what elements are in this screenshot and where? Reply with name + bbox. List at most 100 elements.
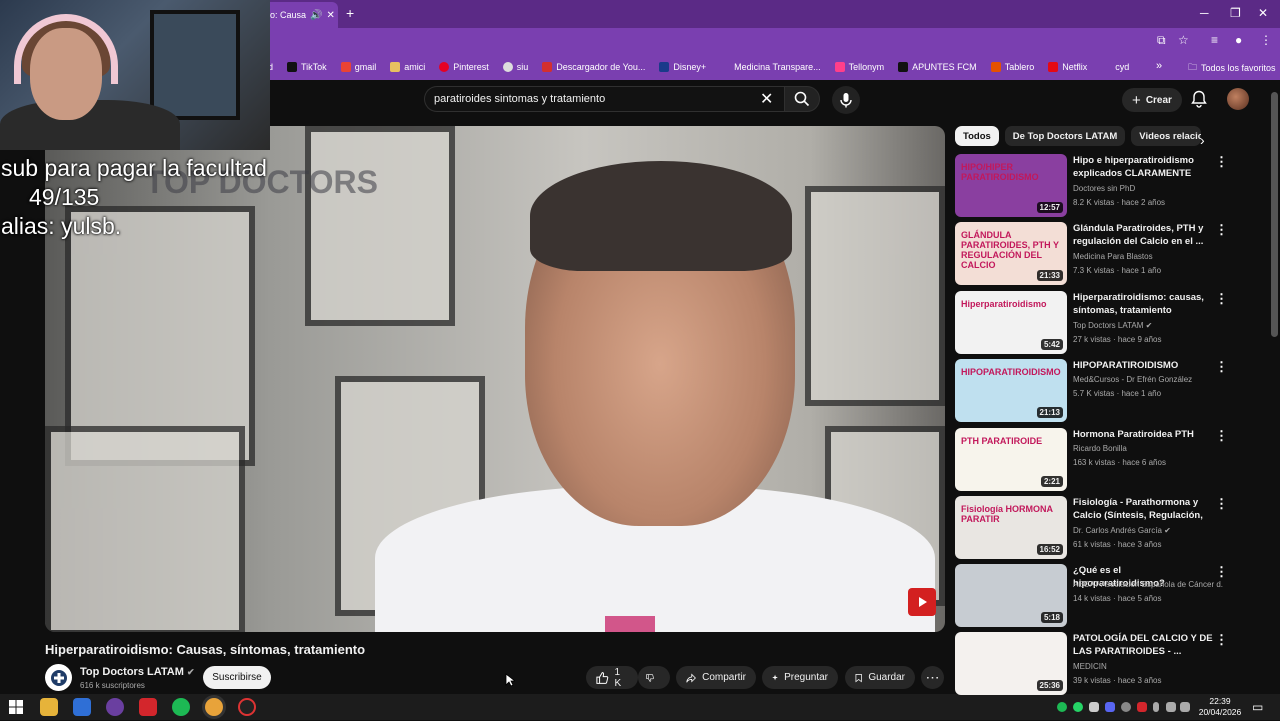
bookmark-item[interactable]: Tablero	[990, 62, 1034, 72]
bookmark-item[interactable]: amici	[390, 62, 425, 72]
browser-menu-icon[interactable]: ⋮	[1260, 33, 1272, 47]
recommendation-item[interactable]: GLÁNDULA PARATIROIDES, PTH Y REGULACIÓN …	[955, 222, 1228, 286]
bookmark-item[interactable]: Disney+	[659, 62, 706, 72]
video-thumbnail[interactable]: 25:36	[955, 632, 1067, 695]
new-tab-button[interactable]: +	[346, 5, 354, 21]
video-thumbnail[interactable]: Fisiología HORMONA PARATIR 16:52	[955, 496, 1067, 559]
subscribe-watermark-icon[interactable]	[908, 588, 936, 616]
video-thumbnail[interactable]: GLÁNDULA PARATIROIDES, PTH Y REGULACIÓN …	[955, 222, 1067, 285]
volume-tray-icon[interactable]	[1180, 702, 1190, 712]
recommendation-channel[interactable]: Top Doctors LATAM ✔	[1073, 321, 1223, 330]
recommendation-channel[interactable]: Dr. Carlos Andrés García ✔	[1073, 526, 1223, 535]
search-button[interactable]	[784, 86, 820, 112]
more-actions-button[interactable]: ⋯	[921, 666, 944, 689]
notification-center-icon[interactable]: ▭	[1252, 700, 1263, 714]
recommendation-title[interactable]: PATOLOGÍA DEL CALCIO Y DE LAS PARATIROID…	[1073, 632, 1213, 658]
address-input[interactable]	[262, 31, 1206, 51]
recommendation-channel[interactable]: MEDICIN	[1073, 662, 1223, 671]
video-thumbnail[interactable]: HIPO/HIPER PARATIROIDISMO 12:57	[955, 154, 1067, 217]
chip-all[interactable]: Todos	[955, 126, 999, 146]
bookmark-item[interactable]: Pinterest	[439, 62, 489, 72]
tray-app-red-icon[interactable]	[1137, 702, 1147, 712]
bookmarks-overflow-icon[interactable]: »	[1156, 60, 1162, 72]
all-bookmarks-button[interactable]: 🗀 Todos los favoritos	[1188, 60, 1276, 76]
video-thumbnail[interactable]: PTH PARATIROIDE 2:21	[955, 428, 1067, 491]
windows-start-icon[interactable]	[7, 698, 25, 716]
network-tray-icon[interactable]	[1166, 702, 1176, 712]
ask-button[interactable]: Preguntar	[762, 666, 838, 689]
recommendation-channel[interactable]: Med&Cursos - Dr Efrén González	[1073, 375, 1223, 384]
close-window-icon[interactable]: ✕	[1258, 6, 1268, 20]
close-tab-icon[interactable]: ✕	[326, 10, 334, 21]
user-avatar[interactable]	[1227, 88, 1249, 110]
file-explorer-icon[interactable]	[40, 698, 58, 716]
chevron-right-icon[interactable]: ›	[1200, 132, 1205, 148]
channel-avatar[interactable]	[45, 664, 72, 691]
more-vertical-icon[interactable]: ⋮	[1215, 154, 1228, 170]
bookmark-item[interactable]: siu	[502, 62, 528, 72]
search-input[interactable]: paratiroides sintomas y tratamiento	[424, 86, 784, 112]
recommendation-item[interactable]: 25:36 PATOLOGÍA DEL CALCIO Y DE LAS PARAT…	[955, 632, 1228, 696]
recommendation-title[interactable]: Hormona Paratiroidea PTH	[1073, 428, 1213, 441]
bookmark-item[interactable]: Descargador de You...	[542, 62, 645, 72]
more-vertical-icon[interactable]: ⋮	[1215, 632, 1228, 648]
share-button[interactable]: Compartir	[676, 666, 756, 689]
channel-name[interactable]: Top Doctors LATAM ✔	[80, 666, 194, 678]
video-thumbnail[interactable]: 5:18	[955, 564, 1067, 627]
recommendation-title[interactable]: Glándula Paratiroides, PTH y regulación …	[1073, 222, 1213, 248]
like-button[interactable]: 1 K	[586, 666, 638, 689]
app-icon-red[interactable]	[139, 698, 157, 716]
recommendation-channel[interactable]: Medicina Para Blastos	[1073, 252, 1223, 261]
recommendation-title[interactable]: Fisiología - Parathormona y Calcio (Sínt…	[1073, 496, 1213, 523]
install-app-icon[interactable]: ⧉	[1157, 33, 1166, 48]
scrollbar-thumb[interactable]	[1271, 92, 1278, 337]
recommendation-item[interactable]: PTH PARATIROIDE 2:21 Hormona Paratiroidea …	[955, 428, 1228, 492]
obs-icon[interactable]	[238, 698, 256, 716]
microphone-tray-icon[interactable]	[1153, 702, 1159, 712]
more-vertical-icon[interactable]: ⋮	[1215, 496, 1228, 512]
recommendation-title[interactable]: Hiperparatiroidismo: causas, síntomas, t…	[1073, 291, 1213, 317]
more-vertical-icon[interactable]: ⋮	[1215, 291, 1228, 307]
recommendation-channel[interactable]: AECAT Asociación Española de Cáncer d...	[1073, 580, 1223, 589]
taskbar-clock[interactable]: 22:39 20/04/2026	[1198, 696, 1242, 718]
bookmark-item[interactable]: gmail	[340, 62, 376, 72]
bookmark-star-icon[interactable]: ☆	[1178, 33, 1189, 47]
recommendation-title[interactable]: HIPOPARATIROIDISMO	[1073, 359, 1213, 372]
browser-tab-active[interactable]: o: Causa 🔊 ✕	[262, 2, 338, 28]
chrome-icon[interactable]	[205, 698, 223, 716]
video-thumbnail[interactable]: Hiperparatiroidismo 5:42	[955, 291, 1067, 354]
more-vertical-icon[interactable]: ⋮	[1215, 359, 1228, 375]
recommendation-title[interactable]: Hipo e hiperparatiroidismo explicados CL…	[1073, 154, 1213, 180]
steam-tray-icon[interactable]	[1121, 702, 1131, 712]
voice-search-button[interactable]	[832, 86, 860, 114]
chip-related[interactable]: Videos relacio	[1131, 126, 1202, 146]
bookmark-item[interactable]: APUNTES FCM	[898, 62, 977, 72]
discord-tray-icon[interactable]	[1105, 702, 1115, 712]
store-icon[interactable]	[73, 698, 91, 716]
dislike-button[interactable]	[638, 666, 670, 689]
restore-icon[interactable]: ❐	[1230, 6, 1241, 20]
profile-icon[interactable]: ●	[1235, 33, 1242, 47]
chrome-profile-icon[interactable]	[106, 698, 124, 716]
recommendation-item[interactable]: 5:18 ¿Qué es el hipoparatiroidismo? AECAT …	[955, 564, 1228, 628]
more-vertical-icon[interactable]: ⋮	[1215, 564, 1228, 580]
clear-search-icon[interactable]: ✕	[760, 89, 773, 109]
bookmark-item[interactable]: Tellonym	[834, 62, 884, 72]
recommendation-item[interactable]: HIPOPARATIROIDISMO 21:13 HIPOPARATIROIDISM…	[955, 359, 1228, 423]
speaker-icon[interactable]: 🔊	[310, 10, 322, 21]
chip-from-channel[interactable]: De Top Doctors LATAM	[1004, 126, 1126, 146]
minimize-icon[interactable]: ─	[1200, 6, 1209, 20]
spotify-icon[interactable]	[172, 698, 190, 716]
tray-app-icon[interactable]	[1089, 702, 1099, 712]
bookmark-item[interactable]: cyd	[1101, 62, 1129, 72]
subscribe-button[interactable]: Suscribirse	[203, 666, 271, 689]
save-button[interactable]: Guardar	[845, 666, 915, 689]
recommendation-item[interactable]: HIPO/HIPER PARATIROIDISMO 12:57 Hipo e hip…	[955, 154, 1228, 218]
bookmark-item[interactable]: Medicina Transpare...	[720, 62, 821, 72]
spotify-tray-icon[interactable]	[1057, 702, 1067, 712]
whatsapp-tray-icon[interactable]	[1073, 702, 1083, 712]
create-button[interactable]: + Crear	[1122, 88, 1182, 112]
recommendation-channel[interactable]: Ricardo Bonilla	[1073, 444, 1223, 453]
bookmark-item[interactable]: Netflix	[1048, 62, 1087, 72]
bookmark-item[interactable]: TikTok	[287, 62, 327, 72]
